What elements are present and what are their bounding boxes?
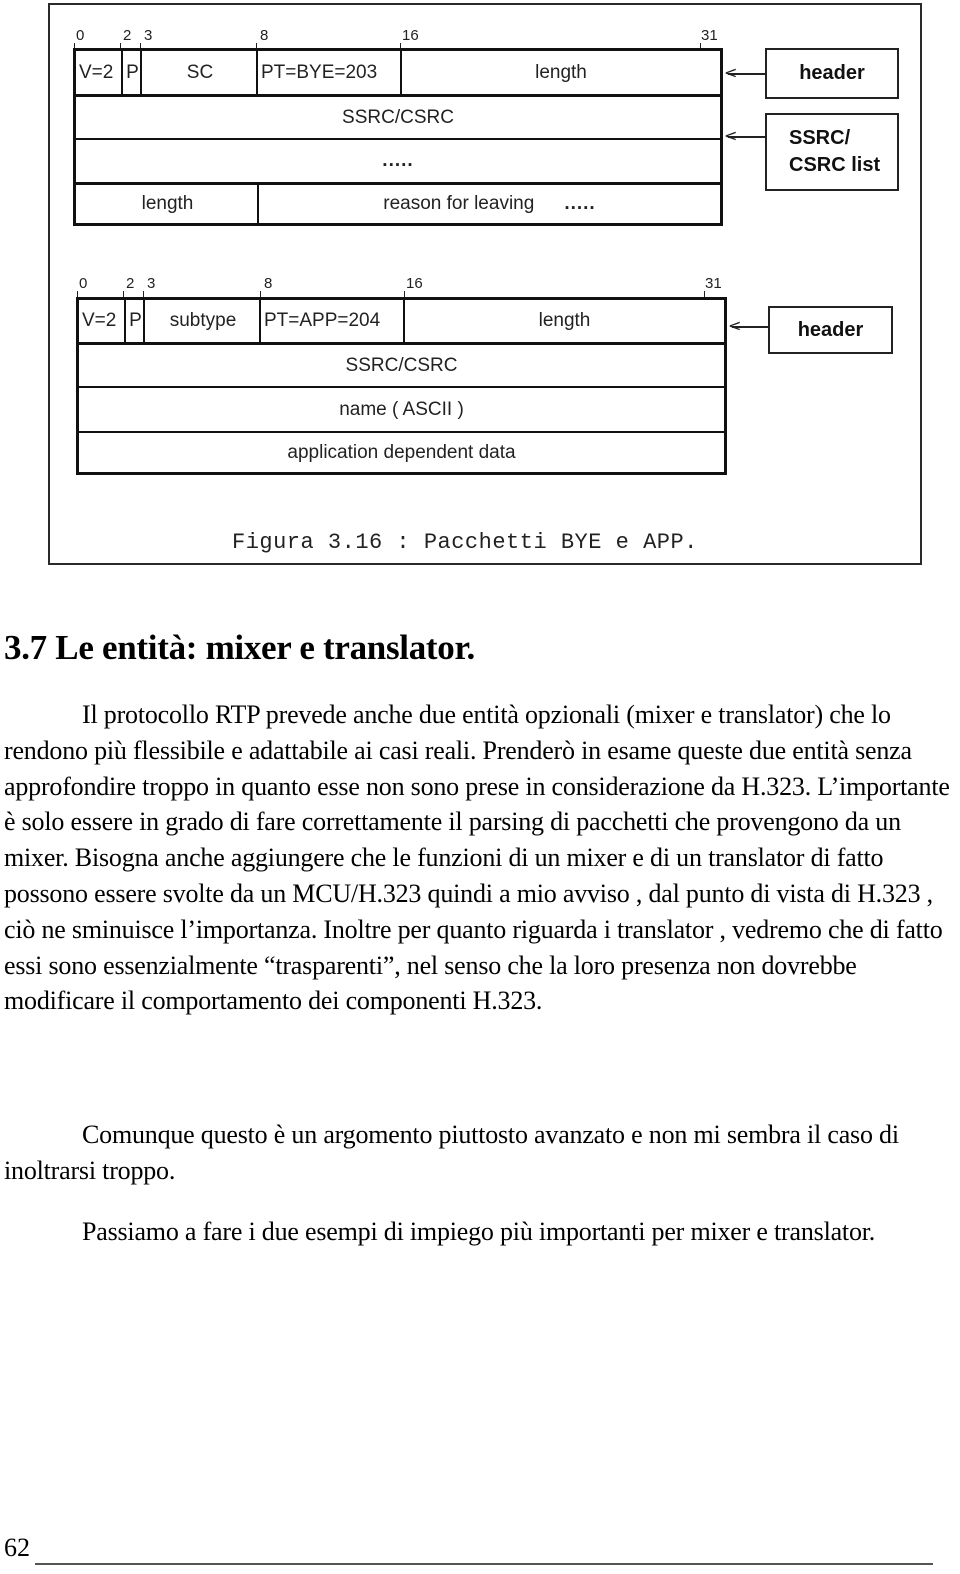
bit-label-2: 2 — [126, 275, 135, 292]
field-padding: P — [124, 300, 145, 342]
paragraph: Passiamo a fare i due esempi di impiego … — [82, 1217, 876, 1246]
app-row-name: name ( ASCII ) — [79, 388, 724, 433]
app-packet-diagram: 0 2 3 8 16 31 V=2 P subtype PT=APP=204 l… — [0, 0, 960, 500]
legend-header: header — [768, 306, 893, 354]
field-length: length — [403, 300, 724, 342]
footer-rule — [35, 1563, 933, 1565]
bit-label-0: 0 — [79, 275, 88, 292]
bit-label-16: 16 — [406, 275, 423, 292]
field-subtype: subtype — [143, 300, 261, 342]
bit-label-8: 8 — [264, 275, 273, 292]
field-name-ascii: name ( ASCII ) — [339, 398, 464, 420]
app-packet-table: V=2 P subtype PT=APP=204 length SSRC/CSR… — [76, 297, 727, 475]
field-ssrc-csrc: SSRC/CSRC — [345, 354, 458, 376]
app-row-header: V=2 P subtype PT=APP=204 length — [79, 300, 724, 345]
app-row-ssrc: SSRC/CSRC — [79, 345, 724, 388]
bit-label-3: 3 — [147, 275, 156, 292]
section-heading: 3.7 Le entità: mixer e translator. — [4, 628, 475, 667]
connector-line — [732, 326, 770, 328]
figure-caption: Figura 3.16 : Pacchetti BYE e APP. — [232, 530, 698, 555]
bit-label-31: 31 — [705, 275, 722, 292]
field-packet-type: PT=APP=204 — [259, 300, 405, 342]
page-number: 62 — [4, 1533, 30, 1562]
paragraph: Comunque questo è un argomento piuttosto… — [4, 1120, 899, 1185]
paragraph: Il protocollo RTP prevede anche due enti… — [4, 700, 950, 1016]
app-row-data: application dependent data — [79, 433, 724, 472]
field-application-data: application dependent data — [287, 441, 516, 463]
field-version: V=2 — [82, 310, 117, 331]
